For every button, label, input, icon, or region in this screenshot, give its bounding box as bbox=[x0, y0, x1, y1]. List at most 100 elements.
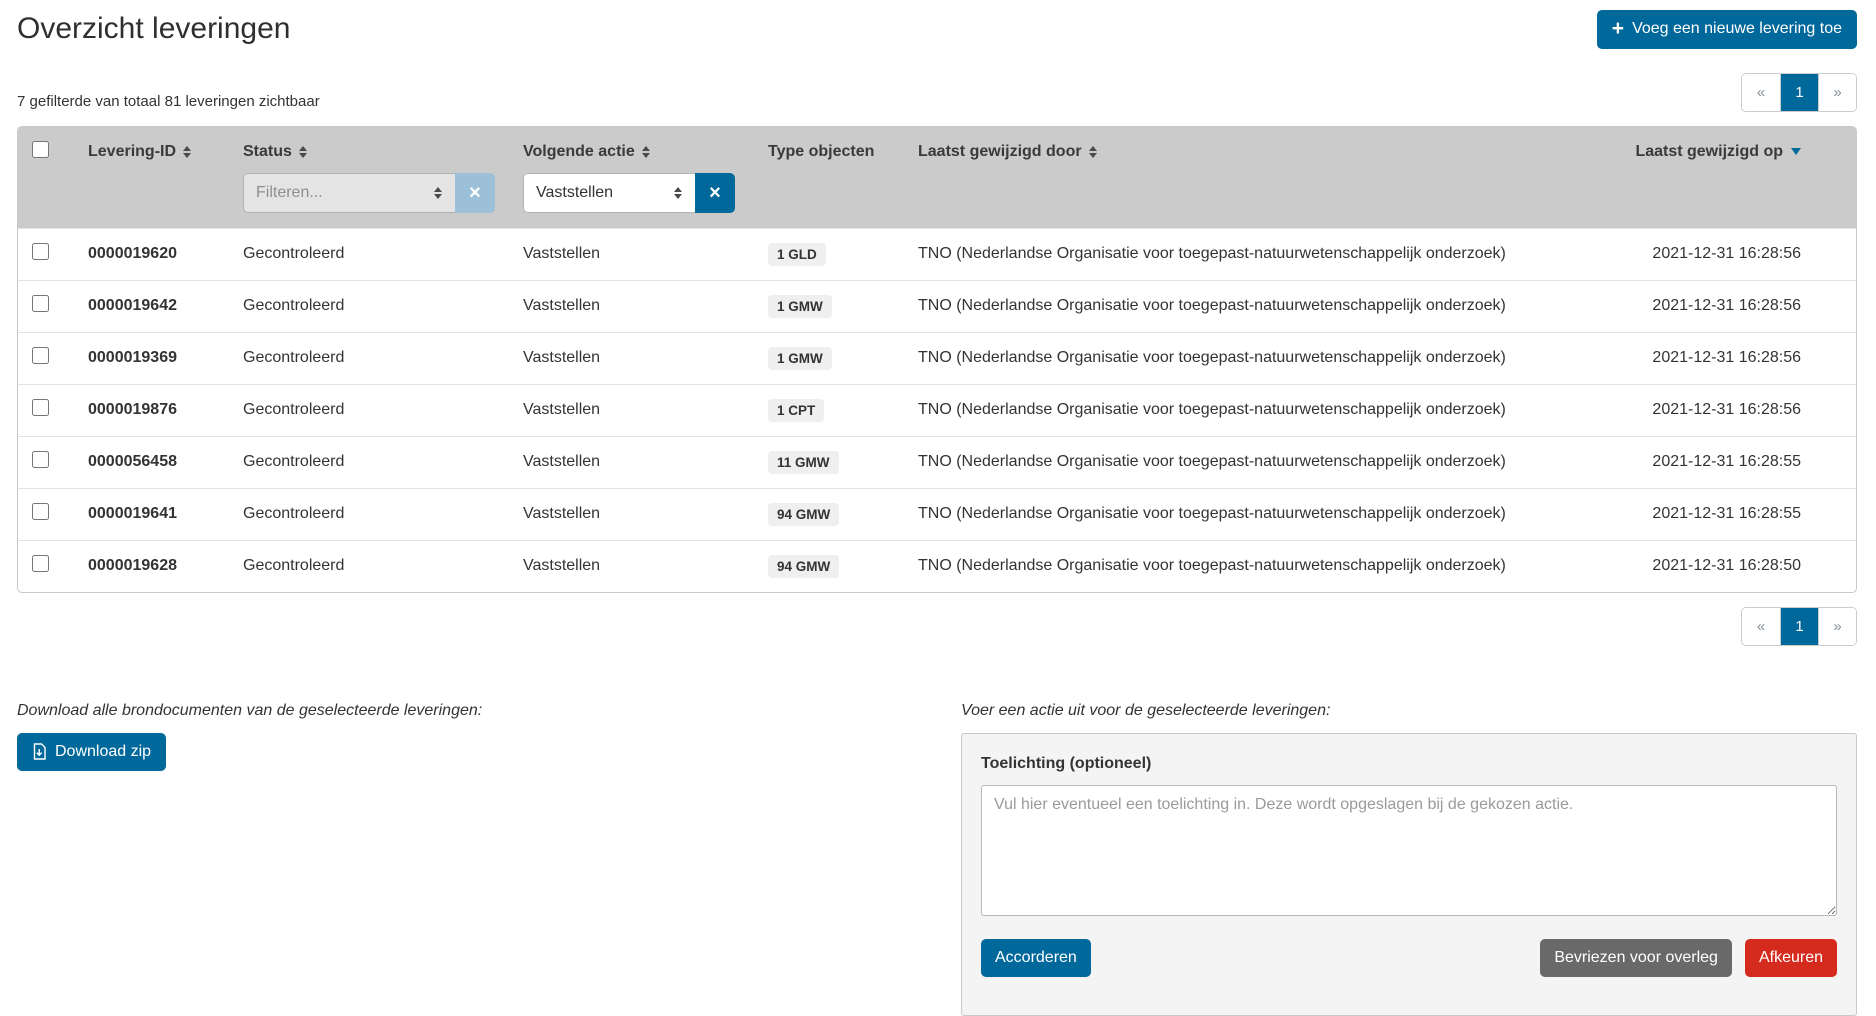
levering-id-cell: 0000019369 bbox=[78, 332, 233, 384]
row-checkbox[interactable] bbox=[32, 243, 49, 260]
download-zip-button[interactable]: Download zip bbox=[17, 733, 166, 771]
pagination-top-prev[interactable]: « bbox=[1742, 74, 1780, 111]
table-row: 0000019620 Gecontroleerd Vaststellen 1 G… bbox=[18, 228, 1856, 280]
topbar: Overzicht leveringen + Voeg een nieuwe l… bbox=[17, 10, 1857, 49]
add-delivery-button-label: Voeg een nieuwe levering toe bbox=[1632, 20, 1842, 38]
table-row: 0000019628 Gecontroleerd Vaststellen 94 … bbox=[18, 540, 1856, 592]
col-volgende-actie[interactable]: Volgende actie bbox=[513, 127, 758, 167]
download-section: Download alle brondocumenten van de gese… bbox=[17, 702, 961, 771]
volgende-actie-filter-select[interactable]: Vaststellen bbox=[523, 173, 695, 213]
afkeuren-button[interactable]: Afkeuren bbox=[1745, 939, 1837, 977]
col-levering-id-label: Levering-ID bbox=[88, 143, 176, 161]
sort-icon bbox=[183, 146, 191, 158]
plus-icon: + bbox=[1612, 20, 1624, 39]
volgende-actie-filter-clear-button[interactable]: × bbox=[695, 173, 735, 213]
pagination-bottom-prev[interactable]: « bbox=[1742, 608, 1780, 645]
type-objecten-badge: 11 GMW bbox=[768, 451, 839, 474]
bottom-section: Download alle brondocumenten van de gese… bbox=[17, 702, 1857, 1016]
table-header-row: Levering-ID Status Volgende actie Type o… bbox=[18, 127, 1856, 167]
status-cell: Gecontroleerd bbox=[233, 228, 513, 280]
deliveries-table: Levering-ID Status Volgende actie Type o… bbox=[17, 126, 1857, 593]
col-gewijzigd-op[interactable]: Laatst gewijzigd op bbox=[1606, 127, 1856, 167]
gewijzigd-op-cell: 2021-12-31 16:28:50 bbox=[1606, 540, 1856, 592]
col-status-label: Status bbox=[243, 143, 292, 161]
pagination-top: « 1 » bbox=[1741, 73, 1857, 112]
type-objecten-badge: 94 GMW bbox=[768, 555, 839, 578]
accorderen-button[interactable]: Accorderen bbox=[981, 939, 1091, 977]
gewijzigd-door-cell: TNO (Nederlandse Organisatie voor toegep… bbox=[908, 488, 1606, 540]
sort-icon bbox=[642, 146, 650, 158]
row-checkbox[interactable] bbox=[32, 555, 49, 572]
volgende-actie-cell: Vaststellen bbox=[513, 228, 758, 280]
status-filter-clear-button[interactable]: × bbox=[455, 173, 495, 213]
row-checkbox[interactable] bbox=[32, 399, 49, 416]
select-all-checkbox[interactable] bbox=[32, 141, 49, 158]
status-cell: Gecontroleerd bbox=[233, 436, 513, 488]
gewijzigd-op-cell: 2021-12-31 16:28:55 bbox=[1606, 436, 1856, 488]
levering-id-cell: 0000019641 bbox=[78, 488, 233, 540]
row-checkbox[interactable] bbox=[32, 347, 49, 364]
buttons-spacer bbox=[1104, 939, 1527, 977]
volgende-actie-cell: Vaststellen bbox=[513, 436, 758, 488]
volgende-actie-cell: Vaststellen bbox=[513, 540, 758, 592]
action-buttons: Accorderen Bevriezen voor overleg Afkeur… bbox=[981, 939, 1837, 977]
status-filter-select[interactable]: Filteren... bbox=[243, 173, 455, 213]
row-checkbox[interactable] bbox=[32, 451, 49, 468]
filter-summary: 7 gefilterde van totaal 81 leveringen zi… bbox=[17, 93, 320, 112]
table-body: 0000019620 Gecontroleerd Vaststellen 1 G… bbox=[18, 228, 1856, 592]
pagination-top-next[interactable]: » bbox=[1818, 74, 1856, 111]
download-section-label: Download alle brondocumenten van de gese… bbox=[17, 702, 961, 720]
summary-row: 7 gefilterde van totaal 81 leveringen zi… bbox=[17, 73, 1857, 112]
volgende-actie-filter: Vaststellen × bbox=[523, 173, 748, 213]
status-cell: Gecontroleerd bbox=[233, 332, 513, 384]
gewijzigd-door-cell: TNO (Nederlandse Organisatie voor toegep… bbox=[908, 436, 1606, 488]
table-filter-row: Filteren... × Vaststellen bbox=[18, 167, 1856, 229]
pagination-top-page-1[interactable]: 1 bbox=[1780, 74, 1818, 111]
gewijzigd-door-cell: TNO (Nederlandse Organisatie voor toegep… bbox=[908, 228, 1606, 280]
row-checkbox[interactable] bbox=[32, 503, 49, 520]
volgende-actie-cell: Vaststellen bbox=[513, 280, 758, 332]
type-objecten-badge: 1 GMW bbox=[768, 347, 832, 370]
levering-id-cell: 0000019876 bbox=[78, 384, 233, 436]
page: Overzicht leveringen + Voeg een nieuwe l… bbox=[0, 0, 1876, 1016]
levering-id-cell: 0000019620 bbox=[78, 228, 233, 280]
gewijzigd-door-cell: TNO (Nederlandse Organisatie voor toegep… bbox=[908, 384, 1606, 436]
pagination-bottom-row: « 1 » bbox=[17, 607, 1857, 646]
col-volgende-actie-label: Volgende actie bbox=[523, 143, 635, 161]
col-gewijzigd-op-label: Laatst gewijzigd op bbox=[1635, 143, 1783, 161]
pagination-bottom-page-1[interactable]: 1 bbox=[1780, 608, 1818, 645]
col-status[interactable]: Status bbox=[233, 127, 513, 167]
gewijzigd-op-cell: 2021-12-31 16:28:56 bbox=[1606, 280, 1856, 332]
col-gewijzigd-door-label: Laatst gewijzigd door bbox=[918, 143, 1082, 161]
row-checkbox[interactable] bbox=[32, 295, 49, 312]
volgende-actie-cell: Vaststellen bbox=[513, 332, 758, 384]
volgende-actie-cell: Vaststellen bbox=[513, 488, 758, 540]
type-objecten-badge: 94 GMW bbox=[768, 503, 839, 526]
status-cell: Gecontroleerd bbox=[233, 384, 513, 436]
page-title: Overzicht leveringen bbox=[17, 12, 290, 46]
table-row: 0000019369 Gecontroleerd Vaststellen 1 G… bbox=[18, 332, 1856, 384]
action-section-label: Voer een actie uit voor de geselecteerde… bbox=[961, 702, 1857, 720]
pagination-bottom-next[interactable]: » bbox=[1818, 608, 1856, 645]
bevriezen-voor-overleg-button[interactable]: Bevriezen voor overleg bbox=[1540, 939, 1732, 977]
col-type-objecten-label: Type objecten bbox=[768, 143, 874, 161]
table-row: 0000019642 Gecontroleerd Vaststellen 1 G… bbox=[18, 280, 1856, 332]
levering-id-cell: 0000019642 bbox=[78, 280, 233, 332]
levering-id-cell: 0000019628 bbox=[78, 540, 233, 592]
gewijzigd-door-cell: TNO (Nederlandse Organisatie voor toegep… bbox=[908, 280, 1606, 332]
download-zip-button-label: Download zip bbox=[55, 743, 151, 761]
gewijzigd-door-cell: TNO (Nederlandse Organisatie voor toegep… bbox=[908, 540, 1606, 592]
toelichting-textarea[interactable] bbox=[981, 785, 1837, 916]
toelichting-label: Toelichting (optioneel) bbox=[981, 755, 1837, 773]
gewijzigd-op-cell: 2021-12-31 16:28:56 bbox=[1606, 332, 1856, 384]
table-row: 0000019876 Gecontroleerd Vaststellen 1 C… bbox=[18, 384, 1856, 436]
col-levering-id[interactable]: Levering-ID bbox=[78, 127, 233, 167]
sort-desc-icon bbox=[1791, 148, 1801, 155]
status-filter: Filteren... × bbox=[243, 173, 503, 213]
action-section: Voer een actie uit voor de geselecteerde… bbox=[961, 702, 1857, 1016]
col-gewijzigd-door[interactable]: Laatst gewijzigd door bbox=[908, 127, 1606, 167]
type-objecten-badge: 1 GMW bbox=[768, 295, 832, 318]
sort-icon bbox=[1089, 146, 1097, 158]
add-delivery-button[interactable]: + Voeg een nieuwe levering toe bbox=[1597, 10, 1857, 49]
gewijzigd-op-cell: 2021-12-31 16:28:56 bbox=[1606, 228, 1856, 280]
